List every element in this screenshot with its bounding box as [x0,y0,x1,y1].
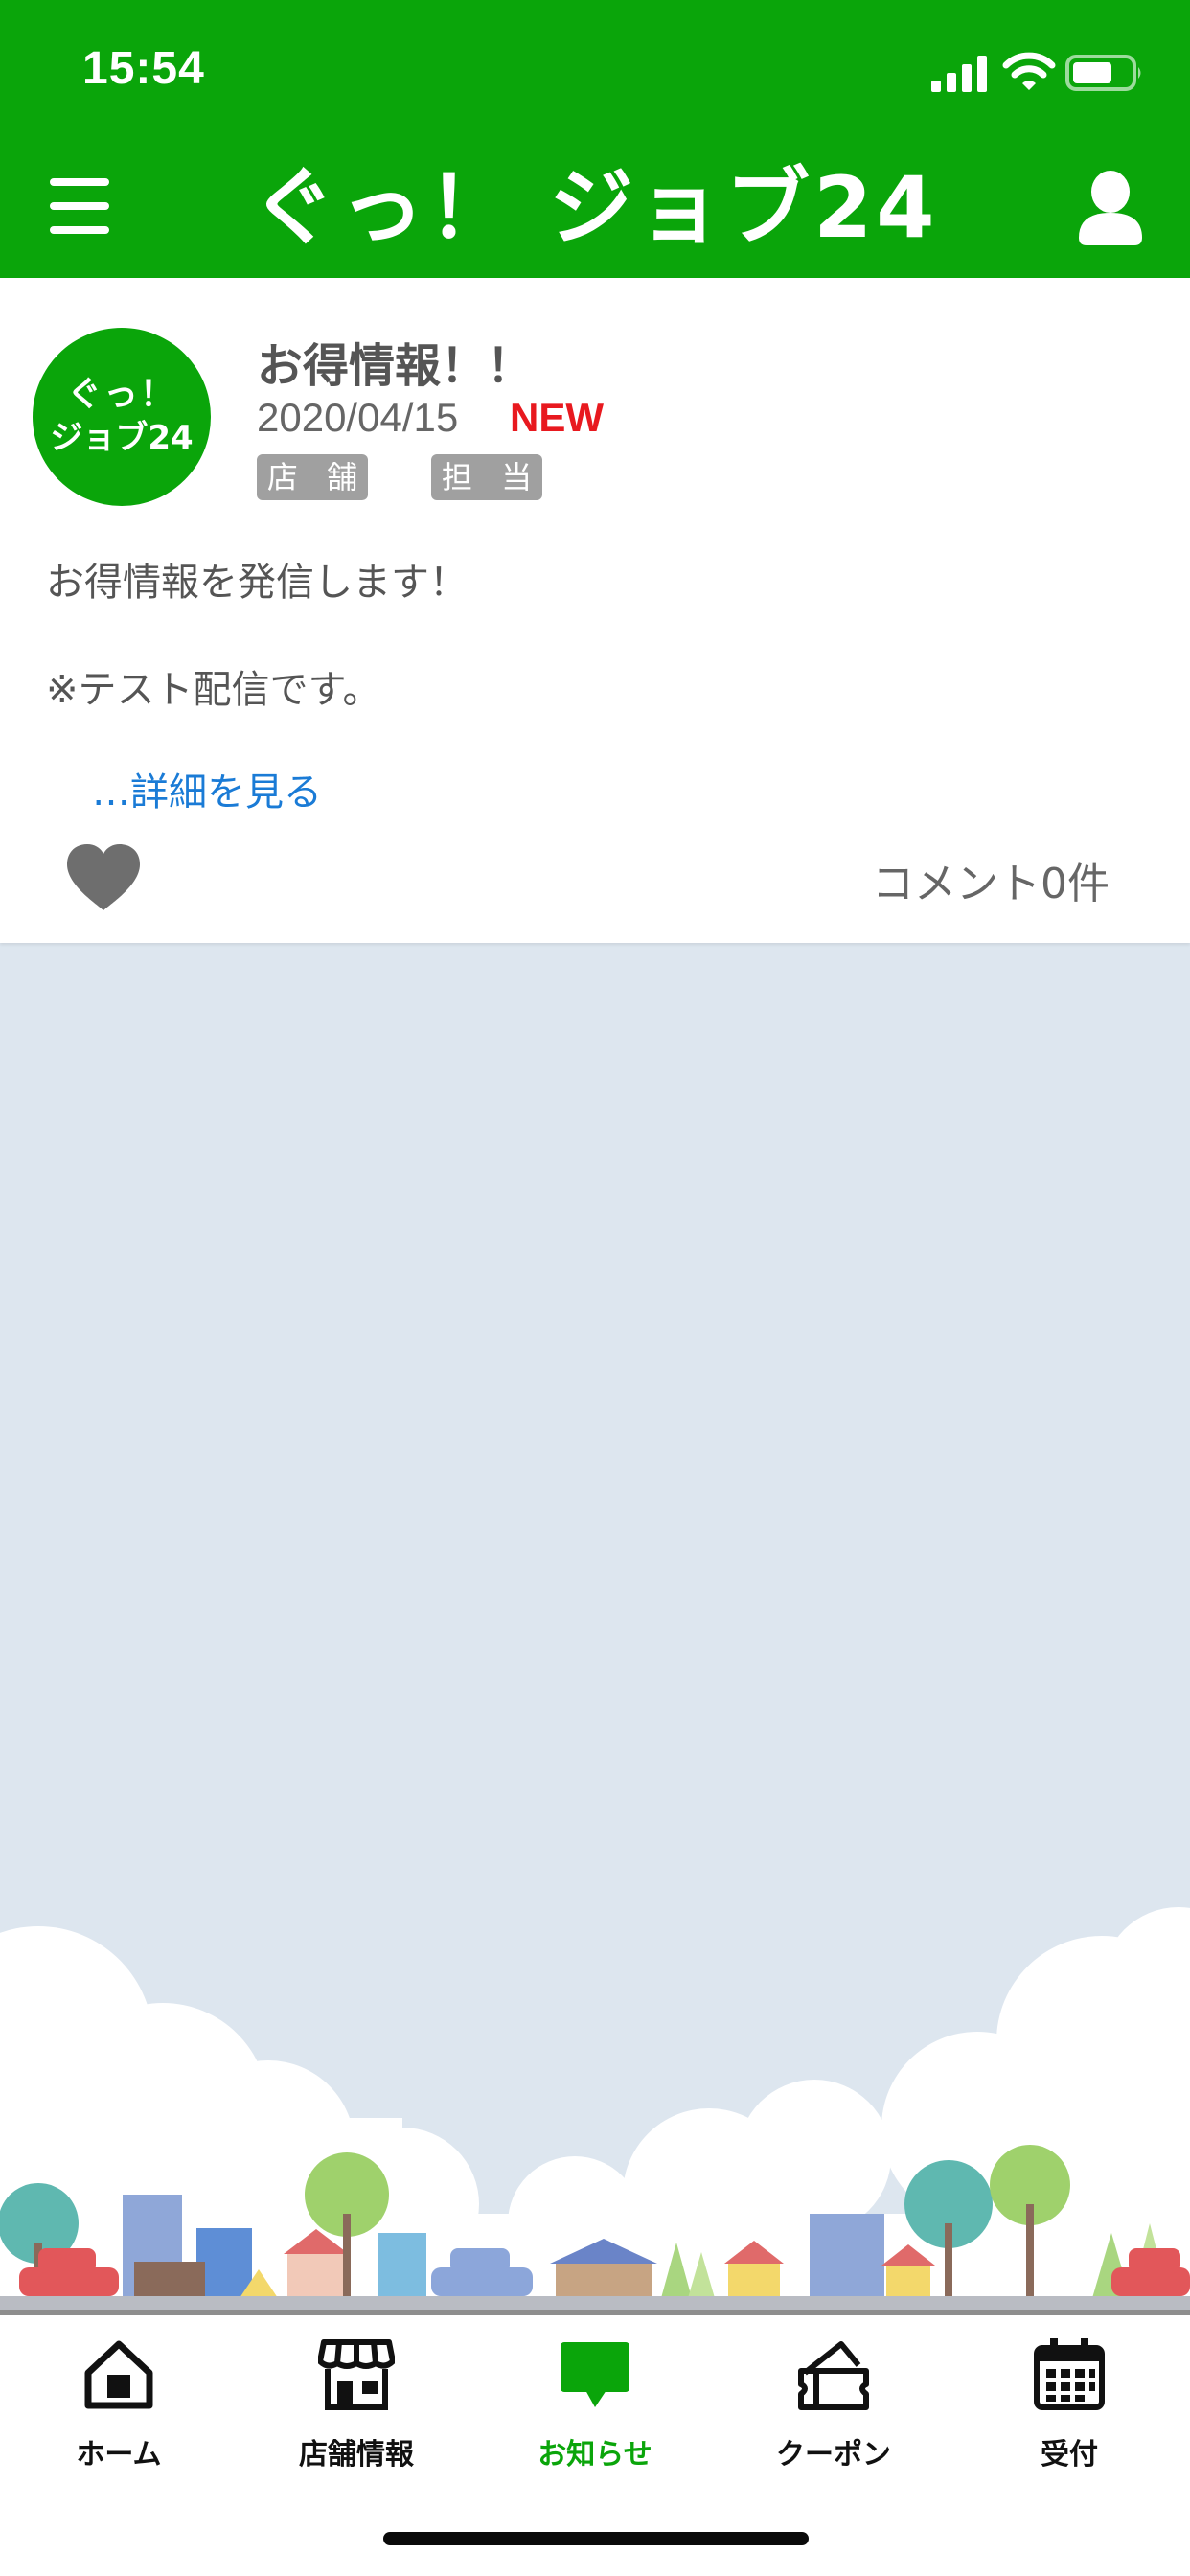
avatar: ぐっ！ ジョブ24 [33,328,211,506]
app-title: ぐっ！ ジョブ24 [251,158,939,257]
signal-icon [931,56,987,92]
post-card[interactable]: ぐっ！ ジョブ24 お得情報！！ 2020/04/15 NEW 店 舗 担 当 … [0,278,1190,943]
tag-store: 店 舗 [257,454,368,500]
tab-reception[interactable]: 受付 [964,2336,1175,2499]
new-badge: NEW [510,395,604,440]
tab-coupon[interactable]: クーポン [728,2336,939,2499]
post-date: 2020/04/15 [257,395,459,440]
tab-news[interactable]: お知らせ [490,2336,700,2499]
battery-icon [1065,55,1141,91]
app-header: 15:54 ぐっ！ ジョブ24 [0,0,1190,278]
town-illustration [0,1907,1190,2310]
wifi-icon [1002,52,1056,90]
hamburger-icon [50,178,109,186]
coupon-icon [798,2341,869,2410]
comment-count[interactable]: コメント0件 [872,849,1110,910]
home-indicator[interactable] [383,2532,809,2545]
store-icon [318,2339,395,2410]
tag-staff: 担 当 [431,454,542,500]
speech-bubble-icon [561,2342,629,2407]
calendar-icon [1034,2338,1105,2410]
tab-store-info[interactable]: 店舗情報 [251,2336,462,2499]
menu-button[interactable] [38,172,121,240]
read-more-link[interactable]: …詳細を見る [92,761,322,816]
home-icon [84,2340,153,2409]
post-title: お得情報！！ [257,339,534,393]
post-body: お得情報を発信します！ ※テスト配信です。 [46,561,468,712]
user-icon[interactable] [1075,169,1146,245]
heart-icon[interactable] [63,841,144,912]
tab-home[interactable]: ホーム [13,2336,224,2499]
status-time: 15:54 [82,43,205,94]
